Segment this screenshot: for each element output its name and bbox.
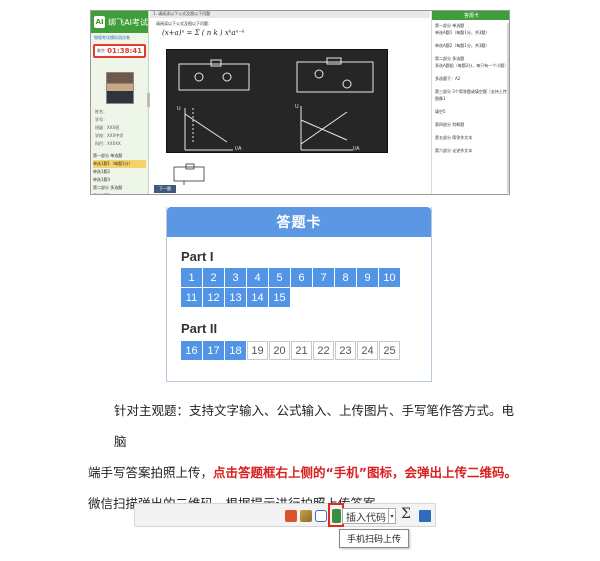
question-number-button[interactable]: 20 <box>269 341 290 360</box>
svg-text:I/A: I/A <box>235 146 242 152</box>
answer-panel-item[interactable]: 第三部分 3个简答题或填空题（支持上传图片） <box>435 88 508 95</box>
question-number-button[interactable]: 5 <box>269 268 290 287</box>
question-number-button[interactable]: 13 <box>225 288 246 307</box>
exam-answer-panel: 答题卡 第一部分 单选题 单选A题1（每题1分，共3题） 单选A题2（每题1分，共3… <box>431 11 509 194</box>
question-number-button[interactable]: 25 <box>379 341 400 360</box>
question-number-button[interactable]: 11 <box>181 288 202 307</box>
question-number-button[interactable]: 7 <box>313 268 334 287</box>
camera-icon[interactable] <box>315 510 327 522</box>
question-number-button[interactable]: 4 <box>247 268 268 287</box>
small-circuit-figure <box>173 163 205 185</box>
question-tree-item[interactable]: 第一部分 单选题 <box>93 152 146 160</box>
question-number-button[interactable]: 22 <box>313 341 334 360</box>
paragraph-line: 端手写答案拍照上传，点击答题框右上侧的“手机”图标，会弹出上传二维码。 <box>88 457 522 488</box>
answer-panel-item[interactable]: 第二部分 多选题 <box>435 55 508 62</box>
question-number-button[interactable]: 18 <box>225 341 246 360</box>
paragraph-text: 端手写答案拍照上传， <box>88 465 214 480</box>
countdown-timer: 剩余 01:38:41 <box>93 44 146 58</box>
question-number-button[interactable]: 2 <box>203 268 224 287</box>
part-2-grid: 16 17 18 19 20 21 22 23 24 25 <box>181 341 421 360</box>
phone-upload-tooltip: 手机扫码上传 <box>339 529 409 548</box>
exam-left-panel: AI 绑飞AI考试 物理考试模拟测试卷 剩余 01:38:41 姓名： 学号： 班级… <box>91 11 149 194</box>
question-number-button[interactable]: 6 <box>291 268 312 287</box>
answer-panel-list[interactable]: 第一部分 单选题 单选A题1（每题1分，共3题） 单选A题2（每题1分，共3题） 第二… <box>432 20 509 156</box>
answer-panel-item[interactable]: 第五部分 简答作文本 <box>435 134 508 141</box>
exam-screenshot: AI 绑飞AI考试 物理考试模拟测试卷 剩余 01:38:41 姓名： 学号： 班级… <box>90 10 510 195</box>
highlighted-instruction: 点击答题框右上侧的“手机”图标，会弹出上传二维码。 <box>213 465 517 480</box>
answer-panel-item[interactable]: 图像1 <box>435 95 508 102</box>
answer-panel-scrollbar[interactable] <box>507 23 509 193</box>
answer-panel-item[interactable]: 单选A题2（每题1分，共3题） <box>435 42 508 49</box>
answer-panel-item[interactable]: 多选题干：A2 <box>435 75 508 82</box>
question-tree-item[interactable]: 多选A题1 <box>93 192 146 194</box>
answer-card: 答题卡 Part I 1 2 3 4 5 6 7 8 9 10 11 12 13 14 15 Part II… <box>166 207 432 382</box>
student-info-line: 学号： <box>95 117 107 122</box>
chevron-down-icon[interactable]: ▾ <box>388 508 396 524</box>
timer-label: 剩余 <box>97 48 105 53</box>
part-1-grid: 1 2 3 4 5 6 7 8 9 10 11 12 13 14 15 <box>181 268 421 307</box>
exam-panel-title: 物理考试模拟测试卷 <box>94 35 130 40</box>
answer-panel-item[interactable]: 多选A题组（每题2分，每只有一个小题） <box>435 62 508 69</box>
question-number-button[interactable]: 15 <box>269 288 290 307</box>
circuit-drawing: I/A I/A U U <box>177 57 374 152</box>
question-tree-item[interactable]: 单选1题3 <box>93 176 146 184</box>
student-info-line: 班级：XXX班 <box>95 125 120 130</box>
instruction-paragraph: 针对主观题：支持文字输入、公式输入、上传图片、手写笔作答方式。电脑 端手写答案拍… <box>88 395 522 519</box>
question-number-button[interactable]: 16 <box>181 341 202 360</box>
part-title: Part II <box>181 321 218 336</box>
exam-question-area: 1. 请阅读以下公式及图以下问题 请阅读以下公式及图以下问题： (x+a)ⁿ =… <box>150 11 430 194</box>
question-number-button[interactable]: 8 <box>335 268 356 287</box>
svg-text:U: U <box>177 106 181 112</box>
question-tree-item[interactable]: 第二部分 多选题 <box>93 184 146 192</box>
question-number-button[interactable]: 24 <box>357 341 378 360</box>
answer-panel-item[interactable]: 填空5 <box>435 108 508 115</box>
editor-toolbar: 插入代码 ▾ Σ <box>134 503 436 527</box>
question-tree-item[interactable]: 单选1题2 <box>93 168 146 176</box>
timer-value: 01:38:41 <box>107 47 142 55</box>
paragraph-line: 针对主观题：支持文字输入、公式输入、上传图片、手写笔作答方式。电脑 <box>114 403 515 449</box>
student-info-line: 姓名： <box>95 109 107 114</box>
question-number-button[interactable]: 10 <box>379 268 400 287</box>
question-tree-item[interactable]: 单选1题1（每题1分） <box>93 160 146 168</box>
binomial-formula: (x+a)ⁿ = Σ ( n k ) xᵏaⁿ⁻ᵏ <box>162 29 245 37</box>
question-number-button[interactable]: 17 <box>203 341 224 360</box>
question-number-button[interactable]: 21 <box>291 341 312 360</box>
exam-logo: AI 绑飞AI考试 <box>91 11 148 33</box>
svg-text:I/A: I/A <box>353 146 360 152</box>
question-number-button[interactable]: 14 <box>247 288 268 307</box>
question-header: 1. 请阅读以下公式及图以下问题 <box>150 11 430 18</box>
answer-panel-item[interactable]: 第六部分 论述作文本 <box>435 147 508 154</box>
student-photo <box>105 72 134 104</box>
question-number-button[interactable]: 23 <box>335 341 356 360</box>
student-info-line: 学校：XXX中学 <box>95 133 124 138</box>
question-number-button[interactable]: 9 <box>357 268 378 287</box>
question-number-button[interactable]: 3 <box>225 268 246 287</box>
svg-text:U: U <box>295 104 299 110</box>
question-number-button[interactable]: 12 <box>203 288 224 307</box>
question-tree[interactable]: 第一部分 单选题单选1题1（每题1分）单选1题2单选1题3第二部分 多选题多选A… <box>93 152 146 194</box>
answer-card-title: 答题卡 <box>167 207 431 237</box>
image-icon[interactable] <box>285 510 297 522</box>
answer-panel-item[interactable]: 第一部分 单选题 <box>435 22 508 29</box>
insert-code-select[interactable]: 插入代码 <box>342 508 389 524</box>
logo-icon: AI <box>94 16 106 28</box>
logo-text: 绑飞AI考试 <box>108 17 148 27</box>
monitor-icon[interactable] <box>419 510 431 522</box>
sigma-formula-button[interactable]: Σ <box>401 506 411 522</box>
circuit-diagram-image: I/A I/A U U <box>166 49 388 153</box>
question-number-button[interactable]: 19 <box>247 341 268 360</box>
next-question-button[interactable]: 下一题 <box>154 185 176 193</box>
student-info: 姓名： 学号： 班级：XXX班 学校：XXX中学 科目：XXXXX <box>91 108 148 148</box>
document-page: AI 绑飞AI考试 物理考试模拟测试卷 剩余 01:38:41 姓名： 学号： 班级… <box>0 0 600 561</box>
answer-panel-title: 答题卡 <box>432 11 509 20</box>
part-title: Part I <box>181 249 214 264</box>
answer-panel-item[interactable]: 单选A题1（每题1分，共3题） <box>435 29 508 36</box>
question-number-button[interactable]: 1 <box>181 268 202 287</box>
student-info-line: 科目：XXXXX <box>95 141 121 146</box>
question-text: 请阅读以下公式及图以下问题： <box>156 21 212 26</box>
brush-icon[interactable] <box>300 510 312 522</box>
answer-panel-item[interactable]: 第四部分 判断题 <box>435 121 508 128</box>
